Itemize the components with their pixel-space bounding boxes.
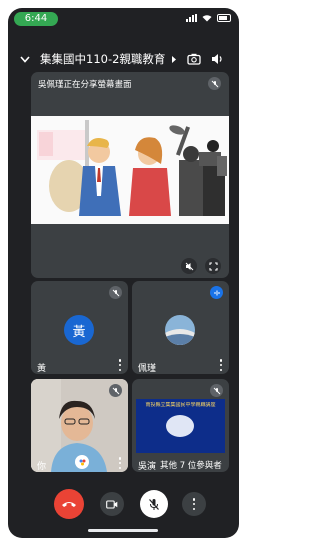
self-video-tile[interactable]: 你 bbox=[31, 379, 128, 472]
other-participants-count: 其他 7 位參與者 bbox=[160, 461, 222, 471]
home-indicator bbox=[88, 529, 158, 532]
share-label: 吳佩瑾正在分享螢幕畫面 bbox=[38, 80, 132, 90]
more-options-icon[interactable] bbox=[118, 359, 122, 371]
status-icons bbox=[186, 14, 231, 22]
phone-hangup-icon bbox=[62, 502, 76, 507]
mic-off-icon bbox=[208, 77, 221, 90]
slide-title: 南投縣立集集國民中學親職講座 bbox=[145, 402, 216, 408]
participant-name: 吳演 bbox=[138, 462, 157, 472]
effects-icon[interactable] bbox=[75, 455, 89, 469]
participant-name: 佩瑾 bbox=[138, 364, 157, 374]
more-options-icon[interactable] bbox=[118, 457, 122, 469]
participant-name: 黃 bbox=[37, 364, 47, 374]
switch-camera-icon[interactable] bbox=[187, 53, 201, 65]
shared-illustration bbox=[37, 120, 227, 216]
screen-share-tile[interactable]: 吳佩瑾正在分享螢幕畫面 bbox=[31, 72, 229, 278]
meet-screen: 6:44 集集國中110-2親職教育… 吳佩瑾正在分享螢幕畫面 黃 黃 佩瑾 你… bbox=[8, 8, 239, 538]
end-call-button[interactable] bbox=[54, 489, 84, 519]
others-tile[interactable]: 南投縣立集集國民中學親職講座 吳演 其他 7 位參與者 bbox=[132, 379, 229, 472]
slide-emblem bbox=[166, 415, 194, 437]
signal-icon bbox=[186, 14, 197, 22]
mic-off-icon bbox=[109, 286, 122, 299]
fullscreen-icon[interactable] bbox=[205, 258, 221, 274]
speaker-icon[interactable] bbox=[211, 53, 224, 65]
meeting-top-bar: 集集國中110-2親職教育… bbox=[8, 48, 239, 70]
mic-off-icon bbox=[149, 498, 159, 510]
battery-icon bbox=[217, 14, 231, 22]
status-time: 6:44 bbox=[14, 12, 58, 26]
participant-tile-2[interactable]: 佩瑾 bbox=[132, 281, 229, 374]
microphone-toggle-button[interactable] bbox=[140, 490, 168, 518]
participant-name: 你 bbox=[37, 462, 47, 472]
expand-title-icon[interactable] bbox=[171, 55, 177, 63]
avatar bbox=[165, 315, 195, 345]
shared-screen-content bbox=[31, 116, 229, 224]
speaking-indicator-icon bbox=[210, 286, 223, 299]
camera-toggle-button[interactable] bbox=[100, 492, 124, 516]
more-vert-icon bbox=[192, 498, 196, 510]
avatar: 黃 bbox=[64, 315, 94, 345]
chevron-down-icon[interactable] bbox=[20, 55, 30, 63]
status-bar: 6:44 bbox=[8, 8, 239, 30]
mic-off-icon bbox=[210, 384, 223, 397]
mute-presentation-icon[interactable] bbox=[181, 258, 197, 274]
presentation-thumbnail: 南投縣立集集國民中學親職講座 bbox=[136, 399, 225, 453]
video-camera-icon bbox=[106, 499, 118, 509]
wifi-icon bbox=[202, 15, 212, 22]
more-options-icon[interactable] bbox=[219, 359, 223, 371]
mic-off-icon bbox=[109, 384, 122, 397]
meeting-title[interactable]: 集集國中110-2親職教育… bbox=[40, 51, 165, 67]
more-options-button[interactable] bbox=[182, 492, 206, 516]
participant-tile-1[interactable]: 黃 黃 bbox=[31, 281, 128, 374]
